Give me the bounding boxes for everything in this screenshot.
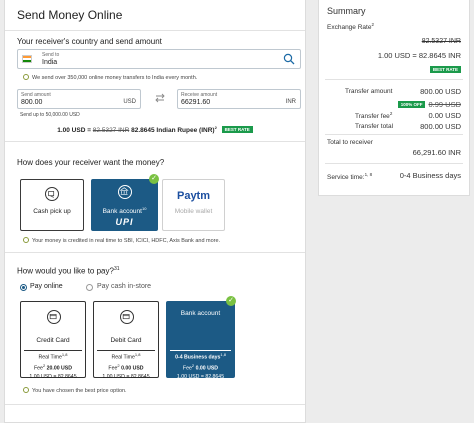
pay-cash-instore-radio[interactable] (86, 284, 93, 291)
transfer-amount-value: 800.00 USD (420, 87, 461, 96)
bank-icon (117, 185, 132, 199)
transfer-total-value: 800.00 USD (420, 122, 461, 131)
country-select[interactable]: Send to India (17, 49, 301, 69)
transfer-fee-label: Transfer fee2 (355, 111, 393, 121)
cash-pickup-option[interactable]: Cash pick up (20, 179, 84, 231)
debit-card-details: Real Time1,8 Fee2 0.00 USD 1.00 USD = 82… (97, 350, 155, 380)
bank-account-option[interactable]: Bank account10 UPI (91, 179, 158, 231)
summary-divider (325, 79, 463, 80)
send-limit-note: Send up to 50,000.00 USD (20, 112, 80, 118)
credit-card-title: Credit Card (36, 337, 70, 344)
transfer-total-label: Transfer total (355, 123, 394, 130)
best-price-note: You have chosen the best price option. (23, 387, 127, 394)
new-rate: 82.8645 Indian Rupee (INR) (131, 127, 215, 135)
old-fee: 0.99 USD (428, 100, 461, 109)
receive-amount-field[interactable]: Receive amount 66291.60 INR (177, 89, 301, 109)
pay-method-question: How would you like to pay?31 (17, 266, 120, 276)
old-rate: 82.5327 INR (92, 127, 130, 135)
paytm-logo: Paytm (176, 190, 211, 202)
service-time-value: 0-4 Business days (399, 171, 461, 180)
exchange-rate-line: 1.00 USD = 82.5327 INR 82.8645 Indian Ru… (5, 125, 305, 134)
send-amount-value[interactable]: 800.00 (21, 99, 42, 106)
credit-card-option[interactable]: Credit Card Real Time1,8 Fee2 20.00 USD … (20, 301, 86, 380)
lightbulb-icon (23, 387, 29, 393)
pay-online-label[interactable]: Pay online (30, 283, 63, 290)
summary-divider (325, 163, 463, 164)
swap-arrows-icon[interactable] (155, 93, 165, 103)
section-divider (5, 141, 305, 142)
summary-best-rate-badge: BEST RATE (427, 65, 461, 74)
bank-account-label: Bank account10 (102, 206, 147, 216)
summary-panel: Summary Exchange Rate2 82.5327 INR 1.00 … (318, 0, 470, 196)
bank-account-pay-option[interactable]: Bank account 0-4 Business days1,8 Fee2 0… (166, 301, 235, 380)
page-title: Send Money Online (17, 8, 123, 22)
country-caption: Send to (42, 52, 60, 58)
summary-new-rate: 1.00 USD = 82.8645 INR (377, 51, 461, 60)
online-transfer-note: We send over 350,000 online money transf… (23, 74, 197, 81)
off-badge: 100% OFF (397, 101, 426, 108)
country-section-label: Your receiver's country and send amount (17, 37, 162, 46)
country-value: India (42, 59, 58, 66)
total-receiver-value: 66,291.60 INR (412, 148, 461, 157)
search-icon[interactable] (283, 53, 295, 65)
transfer-fee-value: 0.00 USD (428, 111, 461, 120)
bank-account-pay-title: Bank account (180, 310, 221, 317)
total-receiver-label: Total to receiver (327, 139, 373, 146)
debit-card-icon (120, 310, 134, 324)
title-divider (5, 30, 305, 31)
lightbulb-icon (23, 237, 29, 243)
debit-card-title: Debit Card (110, 337, 142, 344)
receive-amount-caption: Receive amount (181, 92, 218, 98)
transfer-amount-label: Transfer amount (345, 88, 393, 95)
selected-check-icon: ✓ (149, 174, 159, 184)
pay-cash-instore-label[interactable]: Pay cash in-store (97, 283, 151, 290)
india-flag-icon (22, 55, 32, 63)
cash-icon (45, 187, 59, 201)
send-amount-field[interactable]: Send amount 800.00 USD (17, 89, 141, 109)
send-currency: USD (123, 99, 136, 105)
fee-discount: 100% OFF 0.99 USD (397, 100, 461, 109)
receive-method-question: How does your receiver want the money? (17, 158, 165, 167)
send-amount-caption: Send amount (21, 92, 51, 98)
real-time-credit-note: Your money is credited in real time to S… (23, 237, 220, 244)
summary-title: Summary (327, 6, 366, 16)
exchange-rate-label: Exchange Rate2 (327, 22, 374, 32)
best-rate-badge: BEST RATE (221, 126, 253, 134)
section-divider (5, 404, 305, 405)
credit-card-icon (47, 310, 61, 324)
mobile-wallet-label: Mobile wallet (174, 208, 213, 215)
bank-account-pay-details: 0-4 Business days1,8 Fee2 0.00 USD 1.00 … (170, 350, 231, 380)
lightbulb-icon (23, 74, 29, 80)
cash-pickup-label: Cash pick up (33, 208, 71, 215)
send-money-panel: Send Money Online Your receiver's countr… (4, 0, 306, 423)
service-time-label: Service time:1, 8 (327, 172, 373, 182)
receive-currency: INR (285, 99, 296, 105)
section-divider (5, 252, 305, 253)
upi-logo: UPI (115, 217, 134, 227)
summary-old-rate: 82.5327 INR (421, 38, 461, 45)
receive-amount-value[interactable]: 66291.60 (181, 99, 210, 106)
credit-card-details: Real Time1,8 Fee2 20.00 USD 1.00 USD = 8… (24, 350, 82, 380)
pay-online-radio[interactable] (20, 284, 27, 291)
mobile-wallet-option[interactable]: Paytm Mobile wallet (162, 179, 225, 231)
summary-divider (325, 134, 463, 135)
debit-card-option[interactable]: Debit Card Real Time1,8 Fee2 0.00 USD 1.… (93, 301, 159, 380)
selected-check-icon: ✓ (226, 296, 236, 306)
